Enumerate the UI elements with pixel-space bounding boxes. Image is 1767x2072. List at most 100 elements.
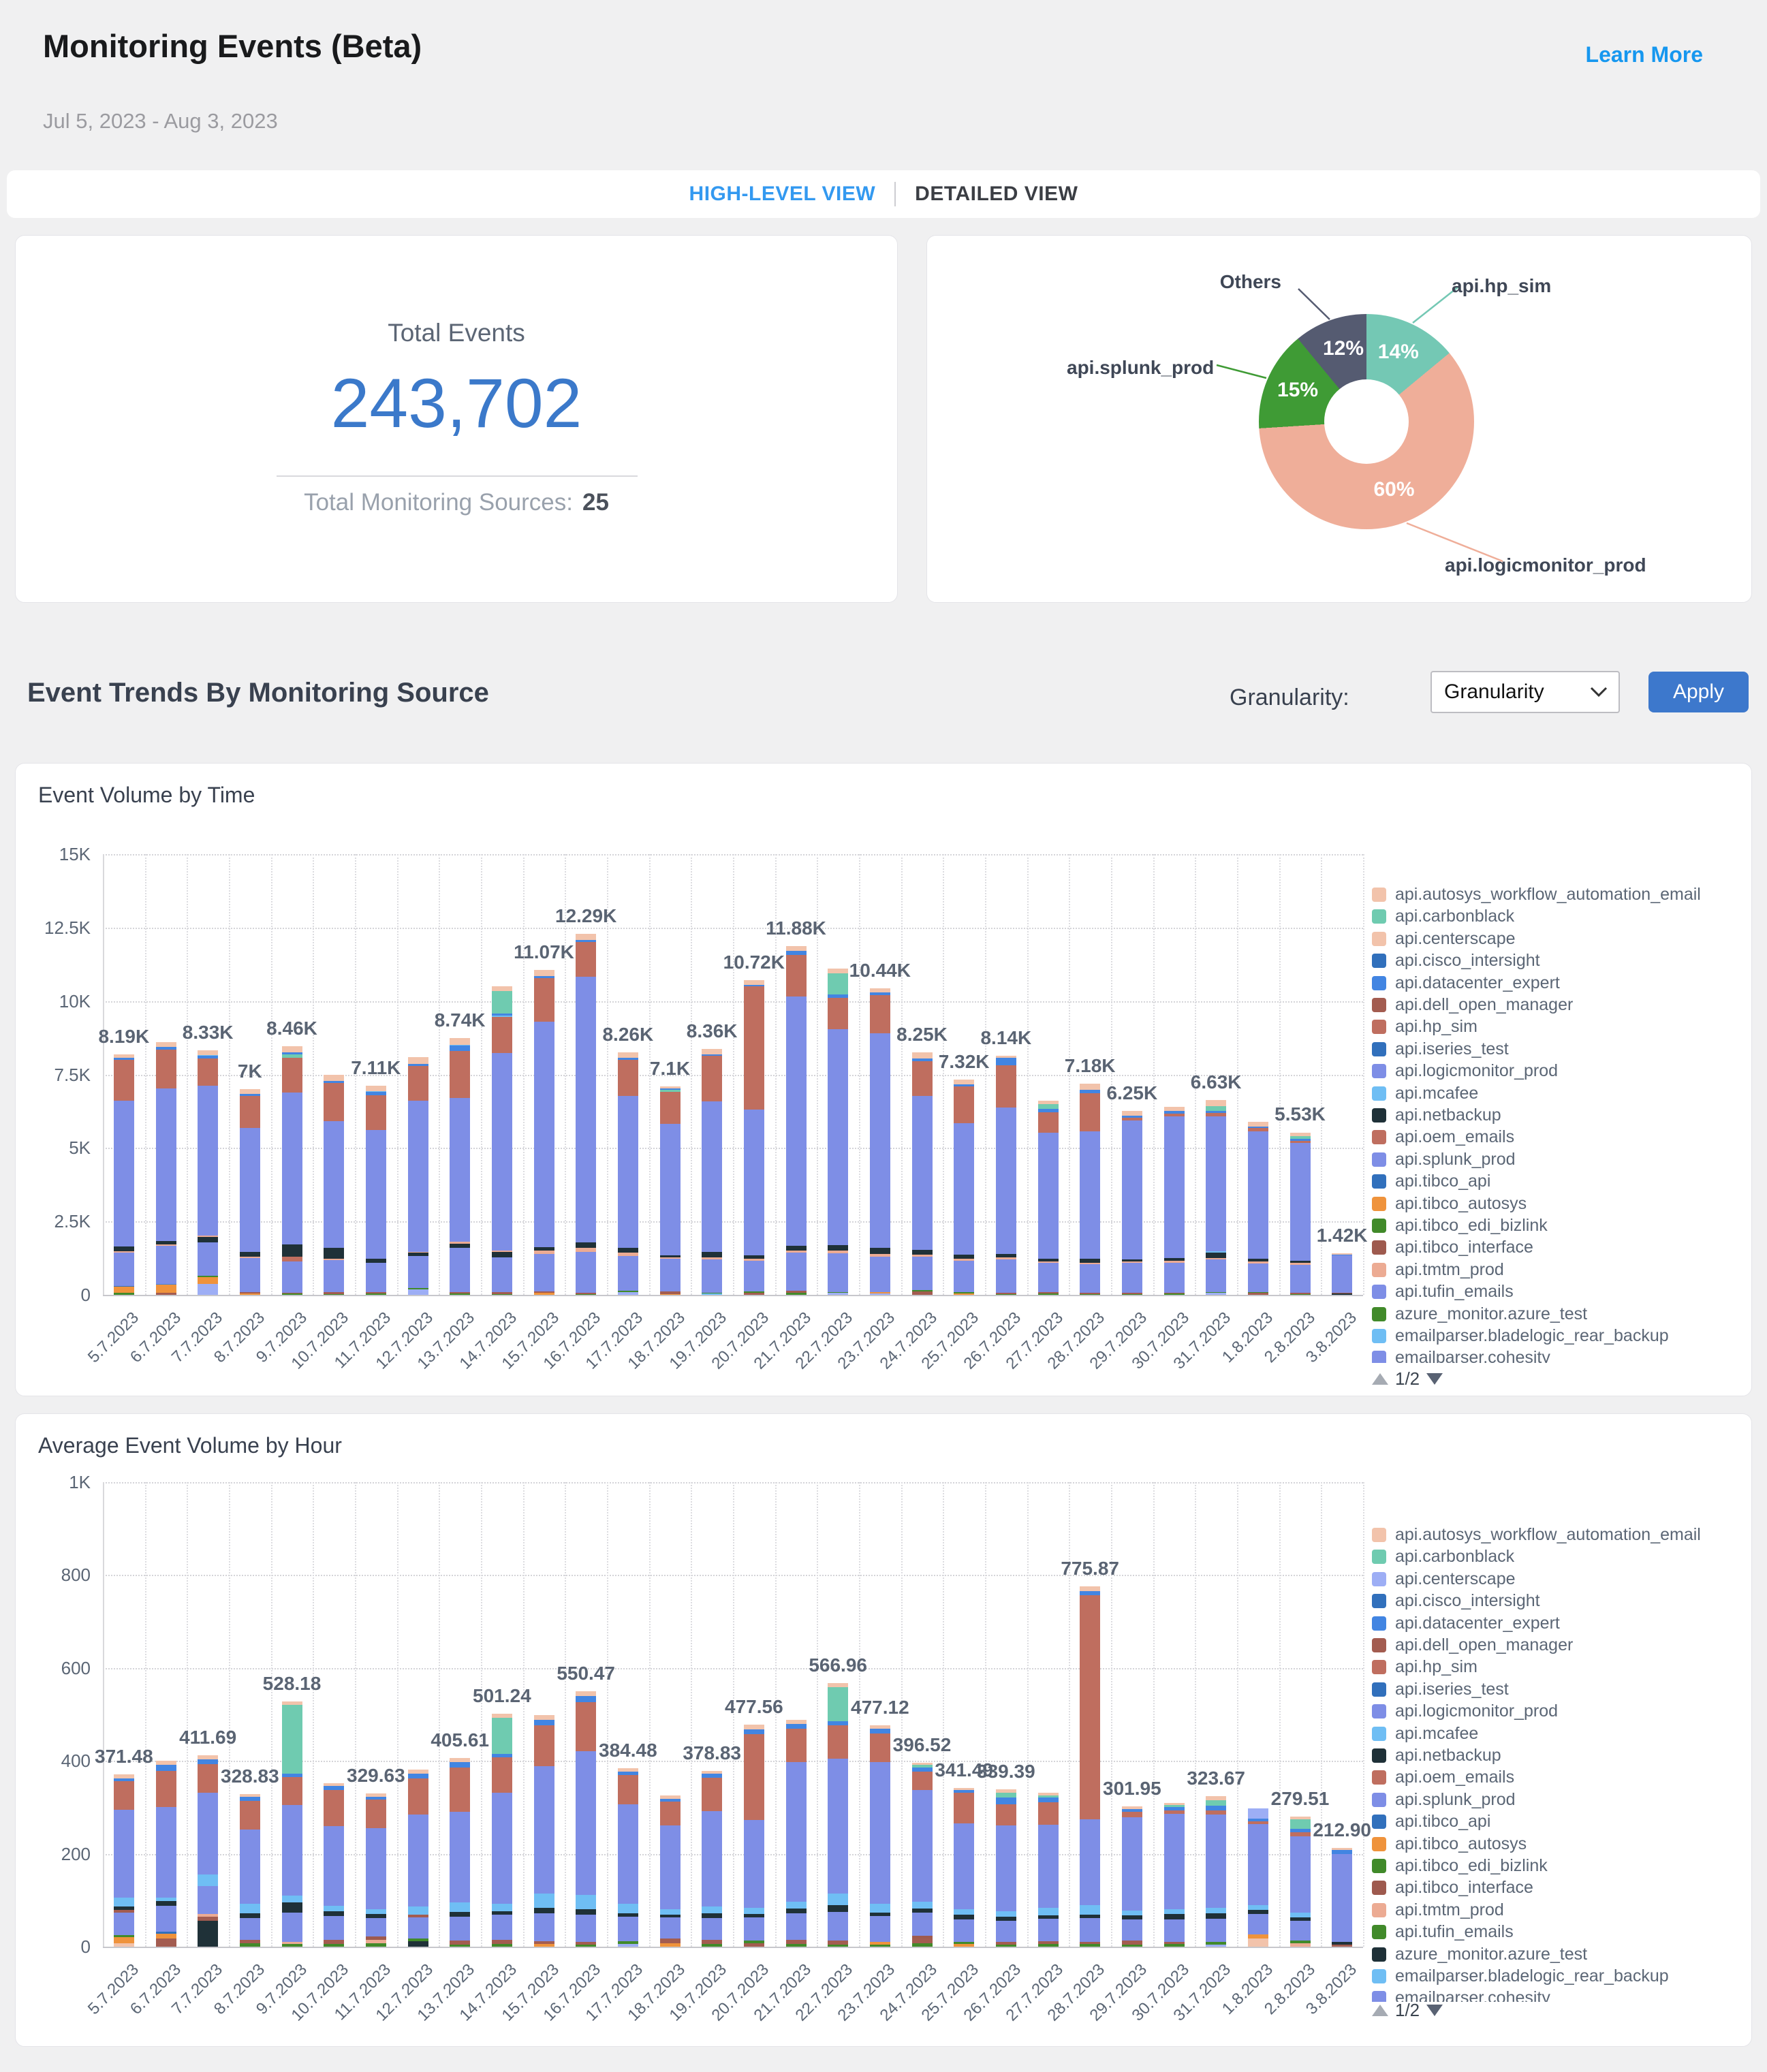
legend-item-api.carbonblack[interactable]: api.carbonblack — [1372, 1547, 1514, 1567]
legend-item-api.tibco_interface[interactable]: api.tibco_interface — [1372, 1878, 1533, 1898]
legend-item-api.splunk_prod[interactable]: api.splunk_prod — [1372, 1790, 1516, 1810]
legend-item-api.centerscape[interactable]: api.centerscape — [1372, 929, 1516, 949]
legend-item-api.tibco_autosys[interactable]: api.tibco_autosys — [1372, 1194, 1527, 1214]
legend-item-emailparser.cohesity[interactable]: emailparser.cohesity — [1372, 1348, 1550, 1363]
bar-segment-sky — [828, 1893, 849, 1905]
bar-segment-sky — [113, 1898, 134, 1906]
legend-page-down-icon[interactable] — [1426, 2005, 1443, 2016]
x-gridline — [522, 1482, 525, 1947]
bar-segment-teal — [281, 1704, 302, 1774]
legend-item-api.tmtm_prod[interactable]: api.tmtm_prod — [1372, 1900, 1504, 1920]
x-gridline — [985, 854, 986, 1295]
legend-item-api.netbackup[interactable]: api.netbackup — [1372, 1746, 1501, 1765]
legend-item-api.cisco_intersight[interactable]: api.cisco_intersight — [1372, 1591, 1540, 1611]
bar-segment-brick — [702, 1777, 723, 1811]
legend-item-api.datacenter_expert[interactable]: api.datacenter_expert — [1372, 1614, 1560, 1633]
legend-item-api.splunk_prod[interactable]: api.splunk_prod — [1372, 1150, 1516, 1170]
bar-segment-navy — [702, 1251, 723, 1258]
legend-item-api.tibco_interface[interactable]: api.tibco_interface — [1372, 1238, 1533, 1257]
avg-event-volume-by-hour-chart: 1K 800 600 400 200 0 371.48 5.7.2023 6.7.2023 411… — [16, 1414, 1751, 2046]
legend-item-api.oem_emails[interactable]: api.oem_emails — [1372, 1127, 1514, 1147]
legend-item-api.tibco_api[interactable]: api.tibco_api — [1372, 1172, 1490, 1191]
bar-segment-brick — [281, 1777, 302, 1806]
bar-segment-peach — [113, 1943, 134, 1947]
bar-segment-periwinkle — [155, 1088, 176, 1241]
legend-item-api.logicmonitor_prod[interactable]: api.logicmonitor_prod — [1372, 1701, 1558, 1721]
legend-item-azure_monitor.azure_test[interactable]: azure_monitor.azure_test — [1372, 1304, 1587, 1324]
bar-segment-brick — [659, 1091, 681, 1124]
stacked-bar-29.7.2023 — [1121, 1111, 1142, 1295]
bar-segment-periwinkle — [954, 1123, 975, 1255]
legend-item-api.tibco_edi_bizlink[interactable]: api.tibco_edi_bizlink — [1372, 1856, 1548, 1876]
legend-item-api.autosys_workflow_automation_email[interactable]: api.autosys_workflow_automation_email — [1372, 1525, 1701, 1545]
bar-segment-periwinkle — [450, 1812, 471, 1903]
tab-high-level-view[interactable]: HIGH-LEVEL VIEW — [689, 183, 876, 206]
legend-item-api.centerscape[interactable]: api.centerscape — [1372, 1569, 1516, 1589]
x-gridline — [439, 1482, 441, 1947]
learn-more-link[interactable]: Learn More — [1586, 42, 1703, 67]
stacked-bar-13.7.2023 — [450, 1758, 471, 1947]
bar-segment-periwinkle — [576, 1914, 597, 1942]
bar-segment-brick — [828, 1725, 849, 1759]
legend-swatch — [1372, 975, 1386, 990]
legend-item-api.hp_sim[interactable]: api.hp_sim — [1372, 1657, 1477, 1677]
legend-item-api.logicmonitor_prod[interactable]: api.logicmonitor_prod — [1372, 1061, 1558, 1081]
bar-segment-blue — [576, 1695, 597, 1703]
legend-item-api.tibco_edi_bizlink[interactable]: api.tibco_edi_bizlink — [1372, 1216, 1548, 1236]
legend-item-api.iseries_test[interactable]: api.iseries_test — [1372, 1039, 1509, 1059]
legend-item-emailparser.bladelogic_rear_backup[interactable]: emailparser.bladelogic_rear_backup — [1372, 1966, 1669, 1986]
legend-page-up-icon[interactable] — [1372, 2005, 1388, 2016]
legend-item-api.tufin_emails[interactable]: api.tufin_emails — [1372, 1922, 1514, 1942]
stacked-bar-27.7.2023 — [1037, 1793, 1059, 1947]
x-gridline — [144, 1482, 146, 1947]
donut-slice-pct-api.splunk_prod: 15% — [1277, 379, 1319, 402]
legend-item-api.hp_sim[interactable]: api.hp_sim — [1372, 1017, 1477, 1037]
legend-item-api.cisco_intersight[interactable]: api.cisco_intersight — [1372, 951, 1540, 971]
legend-page-up-icon[interactable] — [1372, 1373, 1388, 1385]
legend-item-api.iseries_test[interactable]: api.iseries_test — [1372, 1680, 1509, 1699]
legend-item-api.oem_emails[interactable]: api.oem_emails — [1372, 1768, 1514, 1787]
bar-segment-navy — [869, 1248, 890, 1255]
bar-segment-peach — [576, 1691, 597, 1696]
stacked-bar-10.7.2023 — [324, 1783, 345, 1947]
bar-segment-lavender — [407, 1289, 428, 1295]
legend-item-api.tibco_autosys[interactable]: api.tibco_autosys — [1372, 1834, 1527, 1854]
legend-label: api.logicmonitor_prod — [1395, 1701, 1559, 1721]
bar-segment-peach — [785, 945, 807, 952]
bar-segment-periwinkle — [785, 1253, 807, 1291]
legend-item-api.tibco_api[interactable]: api.tibco_api — [1372, 1812, 1490, 1832]
legend-item-azure_monitor.azure_test[interactable]: azure_monitor.azure_test — [1372, 1945, 1587, 1964]
legend-label: api.cisco_intersight — [1395, 951, 1540, 971]
legend-page-down-icon[interactable] — [1426, 1373, 1443, 1385]
bar-segment-periwinkle — [785, 1762, 807, 1902]
legend-swatch — [1372, 1329, 1386, 1343]
legend-label: api.tufin_emails — [1395, 1282, 1514, 1302]
stacked-bar-25.7.2023 — [954, 1788, 975, 1947]
stacked-bar-3.8.2023 — [1332, 1847, 1353, 1947]
legend-item-api.mcafee[interactable]: api.mcafee — [1372, 1084, 1478, 1103]
legend-item-api.tmtm_prod[interactable]: api.tmtm_prod — [1372, 1260, 1504, 1280]
tab-detailed-view[interactable]: DETAILED VIEW — [915, 183, 1078, 206]
legend-item-api.carbonblack[interactable]: api.carbonblack — [1372, 907, 1514, 926]
bar-segment-periwinkle — [155, 1246, 176, 1285]
bar-segment-periwinkle — [450, 1247, 471, 1293]
stacked-bar-25.7.2023 — [954, 1080, 975, 1295]
legend-item-api.dell_open_manager[interactable]: api.dell_open_manager — [1372, 995, 1573, 1015]
granularity-select[interactable]: Granularity — [1430, 671, 1620, 713]
legend-item-api.netbackup[interactable]: api.netbackup — [1372, 1105, 1501, 1125]
apply-button[interactable]: Apply — [1648, 672, 1749, 712]
bar-segment-periwinkle — [743, 1917, 764, 1941]
legend-item-emailparser.bladelogic_rear_backup[interactable]: emailparser.bladelogic_rear_backup — [1372, 1326, 1669, 1346]
bar-segment-navy — [198, 1236, 219, 1242]
bar-segment-periwinkle — [113, 1913, 134, 1935]
bar-segment-orange — [113, 1937, 134, 1943]
legend-item-api.tufin_emails[interactable]: api.tufin_emails — [1372, 1282, 1514, 1302]
legend-item-api.dell_open_manager[interactable]: api.dell_open_manager — [1372, 1635, 1573, 1655]
y-axis-line — [103, 1482, 104, 1947]
legend-item-api.datacenter_expert[interactable]: api.datacenter_expert — [1372, 973, 1560, 993]
legend-item-api.autosys_workflow_automation_email[interactable]: api.autosys_workflow_automation_email — [1372, 885, 1701, 905]
legend-item-api.mcafee[interactable]: api.mcafee — [1372, 1724, 1478, 1744]
bar-segment-navy — [785, 1909, 807, 1913]
bar-segment-lavender — [617, 1291, 638, 1295]
legend-swatch — [1372, 1064, 1386, 1079]
